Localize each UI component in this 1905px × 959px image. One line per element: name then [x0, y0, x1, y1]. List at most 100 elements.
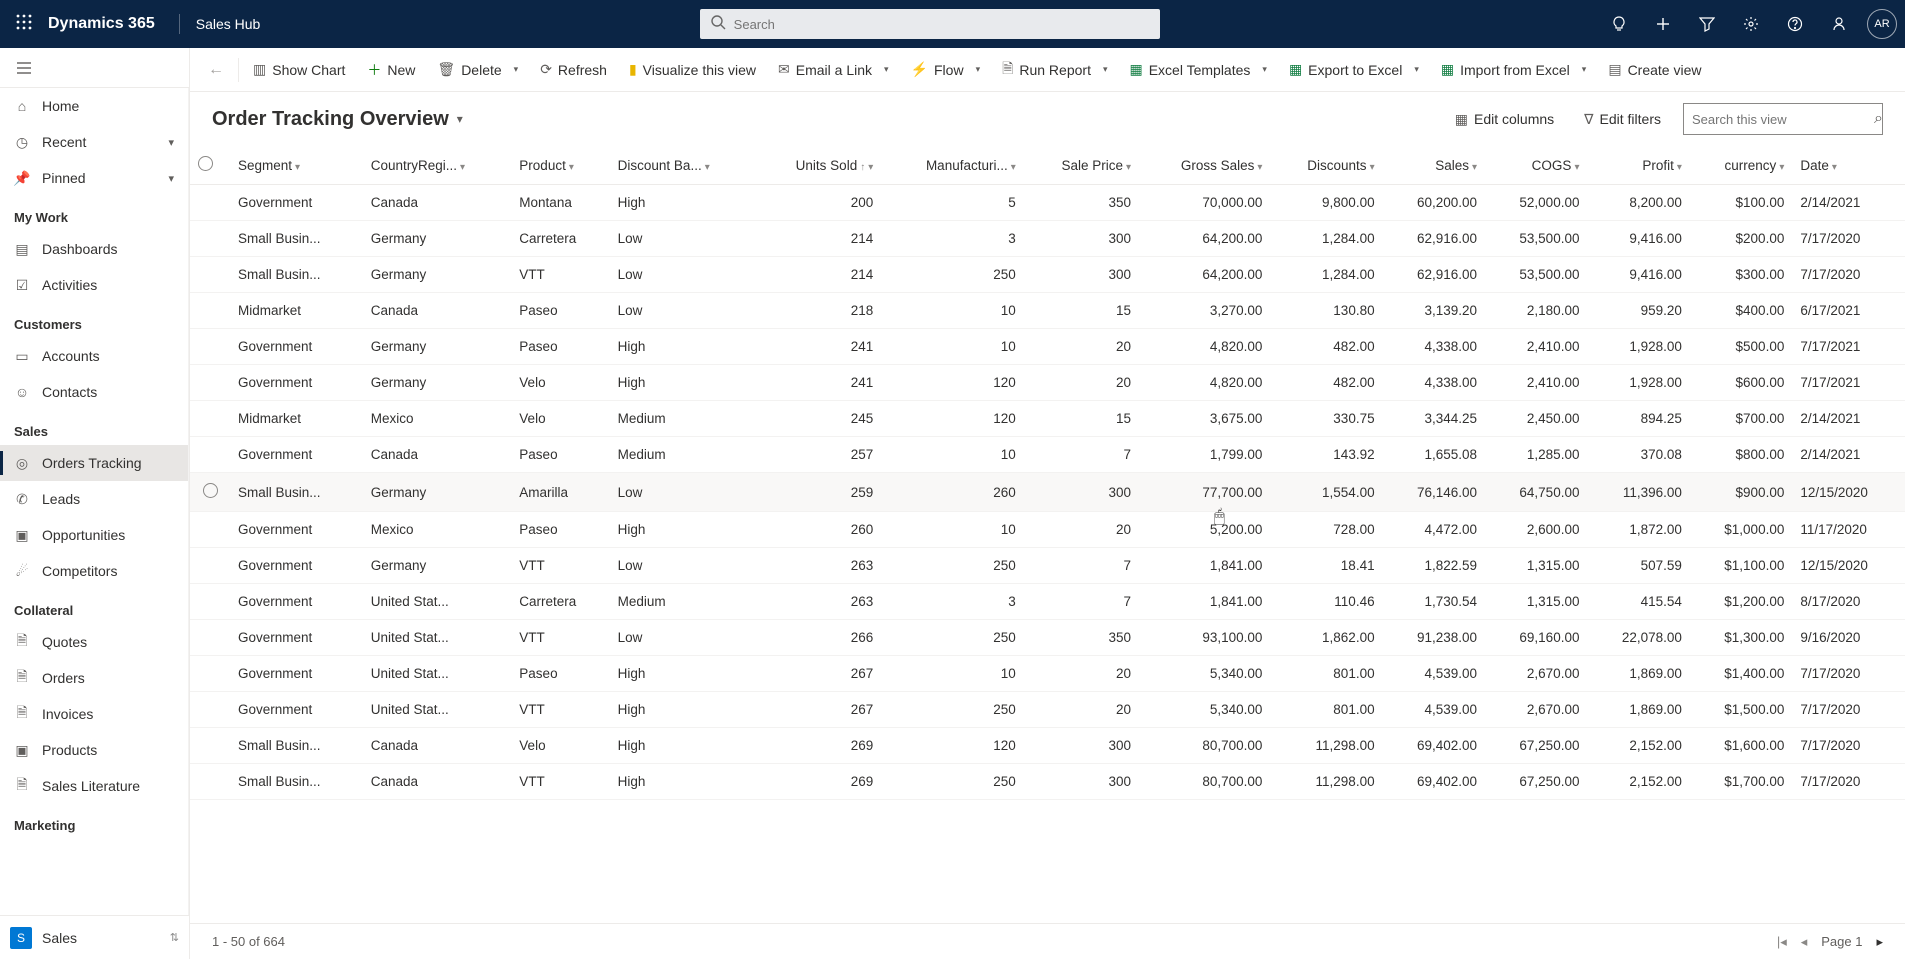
row-select[interactable]: [190, 764, 230, 800]
row-select[interactable]: [190, 473, 230, 512]
filter-icon[interactable]: [1687, 0, 1727, 48]
next-page-button[interactable]: ▸: [1876, 934, 1883, 950]
prev-page-button[interactable]: ◂: [1801, 934, 1808, 950]
nav-orders-tracking[interactable]: ◎Orders Tracking: [0, 445, 188, 481]
table-row[interactable]: GovernmentMexicoPaseoHigh26010205,200.00…: [190, 512, 1905, 548]
nav-activities[interactable]: ☑Activities: [0, 267, 188, 303]
col-product[interactable]: Product▾: [511, 146, 609, 185]
edit-columns-button[interactable]: ▦Edit columns: [1447, 105, 1562, 134]
view-search[interactable]: ⌕: [1683, 103, 1883, 135]
cmd-refresh[interactable]: ⟳Refresh: [530, 48, 617, 92]
global-search[interactable]: [700, 9, 1160, 39]
table-row[interactable]: MidmarketCanadaPaseoLow21810153,270.0013…: [190, 293, 1905, 329]
lightbulb-icon[interactable]: [1599, 0, 1639, 48]
table-row[interactable]: GovernmentUnited Stat...PaseoHigh2671020…: [190, 656, 1905, 692]
nav-quotes[interactable]: 🗎Quotes: [0, 624, 188, 660]
cmd-email-link[interactable]: ✉Email a Link: [768, 48, 899, 92]
nav-orders[interactable]: 🗎Orders: [0, 660, 188, 696]
global-search-input[interactable]: [734, 17, 1150, 32]
nav-products[interactable]: ▣Products: [0, 732, 188, 768]
col-units-sold[interactable]: Units Sold↑▾: [755, 146, 881, 185]
row-select[interactable]: [190, 437, 230, 473]
table-row[interactable]: MidmarketMexicoVeloMedium245120153,675.0…: [190, 401, 1905, 437]
row-select[interactable]: [190, 512, 230, 548]
row-select[interactable]: [190, 329, 230, 365]
row-select[interactable]: [190, 620, 230, 656]
col-sale-price[interactable]: Sale Price▾: [1024, 146, 1139, 185]
grid[interactable]: Segment▾ CountryRegi...▾ Product▾ Discou…: [190, 146, 1905, 923]
nav-opportunities[interactable]: ▣Opportunities: [0, 517, 188, 553]
view-search-input[interactable]: [1692, 112, 1868, 127]
area-switcher[interactable]: S Sales ⇅: [0, 915, 189, 959]
cmd-excel-templates[interactable]: ▦Excel Templates: [1119, 48, 1276, 92]
col-sales[interactable]: Sales▾: [1383, 146, 1485, 185]
col-profit[interactable]: Profit▾: [1587, 146, 1689, 185]
nav-sales-literature[interactable]: 🗎Sales Literature: [0, 768, 188, 804]
cmd-show-chart[interactable]: ▥Show Chart: [243, 48, 355, 92]
nav-accounts[interactable]: ▭Accounts: [0, 338, 188, 374]
col-country[interactable]: CountryRegi...▾: [363, 146, 512, 185]
table-row[interactable]: GovernmentUnited Stat...VTTLow2662503509…: [190, 620, 1905, 656]
col-discounts[interactable]: Discounts▾: [1270, 146, 1382, 185]
cmd-delete[interactable]: 🗑Delete: [427, 48, 528, 92]
app-launcher-icon[interactable]: [0, 14, 48, 35]
table-row[interactable]: GovernmentCanadaMontanaHigh200535070,000…: [190, 185, 1905, 221]
cmd-import-excel[interactable]: ▦Import from Excel: [1431, 48, 1596, 92]
col-discount-band[interactable]: Discount Ba...▾: [610, 146, 756, 185]
col-cogs[interactable]: COGS▾: [1485, 146, 1587, 185]
row-select[interactable]: [190, 401, 230, 437]
row-select[interactable]: [190, 728, 230, 764]
row-select[interactable]: [190, 185, 230, 221]
row-select[interactable]: [190, 584, 230, 620]
nav-invoices[interactable]: 🗎Invoices: [0, 696, 188, 732]
table-row[interactable]: Small Busin...CanadaVTTHigh26925030080,7…: [190, 764, 1905, 800]
help-icon[interactable]: [1775, 0, 1815, 48]
cmd-visualize[interactable]: ▮Visualize this view: [619, 48, 766, 92]
table-row[interactable]: Small Busin...GermanyCarreteraLow2143300…: [190, 221, 1905, 257]
nav-recent[interactable]: ◷Recent▾: [0, 124, 188, 160]
nav-competitors[interactable]: ☄Competitors: [0, 553, 188, 589]
row-select[interactable]: [190, 656, 230, 692]
col-gross-sales[interactable]: Gross Sales▾: [1139, 146, 1270, 185]
row-select[interactable]: [190, 257, 230, 293]
row-select[interactable]: [190, 692, 230, 728]
cmd-flow[interactable]: ⚡Flow: [901, 48, 991, 92]
table-row[interactable]: Small Busin...CanadaVeloHigh26912030080,…: [190, 728, 1905, 764]
add-icon[interactable]: [1643, 0, 1683, 48]
row-select[interactable]: [190, 365, 230, 401]
col-segment[interactable]: Segment▾: [230, 146, 363, 185]
first-page-button[interactable]: |◂: [1777, 934, 1787, 950]
assistant-icon[interactable]: [1819, 0, 1859, 48]
nav-leads[interactable]: ✆Leads: [0, 481, 188, 517]
back-button[interactable]: ←: [198, 61, 234, 79]
table-row[interactable]: GovernmentGermanyVTTLow26325071,841.0018…: [190, 548, 1905, 584]
table-row[interactable]: Small Busin...GermanyAmarillaLow25926030…: [190, 473, 1905, 512]
table-row[interactable]: GovernmentCanadaPaseoMedium2571071,799.0…: [190, 437, 1905, 473]
table-row[interactable]: GovernmentGermanyPaseoHigh24110204,820.0…: [190, 329, 1905, 365]
nav-pinned[interactable]: 📌Pinned▾: [0, 160, 188, 196]
brand-label[interactable]: Dynamics 365: [48, 15, 179, 33]
col-date[interactable]: Date▾: [1792, 146, 1905, 185]
row-select[interactable]: [190, 293, 230, 329]
cmd-new[interactable]: ＋New: [357, 48, 425, 92]
view-title[interactable]: Order Tracking Overview: [212, 108, 449, 131]
col-manufacturing[interactable]: Manufacturi...▾: [881, 146, 1024, 185]
row-select[interactable]: [190, 221, 230, 257]
nav-contacts[interactable]: ☺Contacts: [0, 374, 188, 410]
settings-icon[interactable]: [1731, 0, 1771, 48]
app-name[interactable]: Sales Hub: [196, 16, 261, 32]
nav-dashboards[interactable]: ▤Dashboards: [0, 231, 188, 267]
hamburger-icon[interactable]: [0, 48, 189, 88]
table-row[interactable]: Small Busin...GermanyVTTLow21425030064,2…: [190, 257, 1905, 293]
select-all[interactable]: [190, 146, 230, 185]
row-select[interactable]: [190, 548, 230, 584]
chevron-down-icon[interactable]: ▾: [457, 112, 463, 126]
nav-home[interactable]: ⌂Home: [0, 88, 188, 124]
table-row[interactable]: GovernmentGermanyVeloHigh241120204,820.0…: [190, 365, 1905, 401]
cmd-run-report[interactable]: 🗎Run Report: [992, 48, 1117, 92]
table-row[interactable]: GovernmentUnited Stat...CarreteraMedium2…: [190, 584, 1905, 620]
user-avatar[interactable]: AR: [1867, 9, 1897, 39]
col-currency[interactable]: currency▾: [1690, 146, 1792, 185]
cmd-create-view[interactable]: ▤Create view: [1598, 48, 1711, 92]
cmd-export-excel[interactable]: ▦Export to Excel: [1279, 48, 1429, 92]
